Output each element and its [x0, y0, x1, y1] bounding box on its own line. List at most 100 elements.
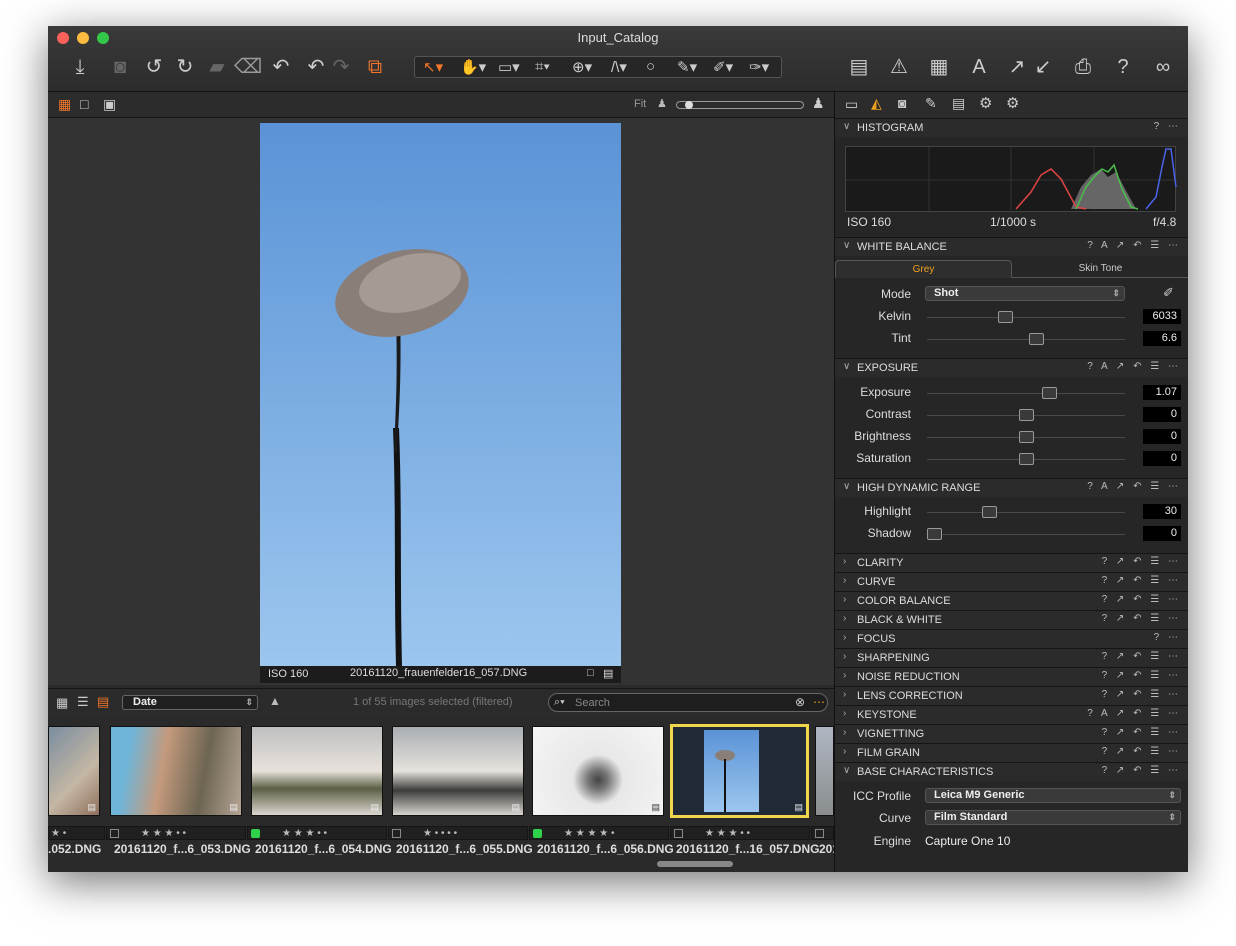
section-curve[interactable]: › CURVE ? ↗ ↶ ☰ ⋯	[835, 572, 1188, 591]
move-icon[interactable]: ▰	[204, 56, 230, 78]
rating[interactable]: ★ ★ ★ • •	[282, 828, 327, 839]
print-icon[interactable]: ⎙	[1070, 56, 1096, 78]
metadata-tab-icon[interactable]: ▤	[952, 95, 965, 112]
exposure-tab-icon[interactable]: ◭	[871, 95, 882, 112]
sort-direction-icon[interactable]: ▲	[269, 694, 281, 708]
contrast-slider-knob[interactable]	[1018, 409, 1034, 421]
exposure-slider-knob[interactable]	[1042, 387, 1058, 399]
section-controls-icon[interactable]: ? ↗ ↶ ☰ ⋯	[1102, 651, 1181, 662]
icc-profile-select[interactable]: Leica M9 Generic ⇕	[925, 788, 1181, 803]
select-checkbox[interactable]	[110, 829, 119, 838]
section-lens-correction[interactable]: › LENS CORRECTION ? ↗ ↶ ☰ ⋯	[835, 686, 1188, 705]
camera-icon[interactable]: ◙	[107, 56, 133, 78]
thumbnail-058[interactable]	[815, 726, 834, 816]
brightness-value[interactable]: 0	[1143, 429, 1181, 444]
curve-select[interactable]: Film Standard ⇕	[925, 810, 1181, 825]
section-exposure[interactable]: ∨ EXPOSURE ? A ↗ ↶ ☰ ⋯	[835, 358, 1188, 377]
brush-tool-icon[interactable]: ✎▾	[677, 58, 697, 76]
annotate-tool-icon[interactable]: ✑▾	[749, 58, 769, 76]
kelvin-slider-knob[interactable]	[998, 311, 1014, 323]
color-tag-green[interactable]	[533, 829, 542, 838]
kelvin-value[interactable]: 6033	[1143, 309, 1181, 324]
rotate-tool-icon[interactable]: ⊕▾	[572, 58, 592, 76]
contrast-value[interactable]: 0	[1143, 407, 1181, 422]
select-checkbox[interactable]	[815, 829, 824, 838]
highlight-slider-knob[interactable]	[981, 506, 997, 518]
pan-tool-icon[interactable]: ✋▾	[460, 58, 486, 76]
section-controls-icon[interactable]: ? A ↗ ↶ ☰ ⋯	[1087, 361, 1181, 372]
tab-grey[interactable]: Grey	[835, 260, 1012, 278]
contrast-slider[interactable]	[927, 409, 1125, 421]
rotate-right-icon[interactable]: ↻	[172, 56, 198, 78]
section-focus[interactable]: › FOCUS ? ⋯	[835, 629, 1188, 648]
thumbnail-055[interactable]: ▤	[392, 726, 524, 816]
brightness-slider[interactable]	[927, 431, 1125, 443]
section-vignetting[interactable]: › VIGNETTING ? ↗ ↶ ☰ ⋯	[835, 724, 1188, 743]
rotate-left-icon[interactable]: ↺	[141, 56, 167, 78]
section-controls-icon[interactable]: ? ↗ ↶ ☰ ⋯	[1102, 575, 1181, 586]
section-sharpening[interactable]: › SHARPENING ? ↗ ↶ ☰ ⋯	[835, 648, 1188, 667]
rating[interactable]: ★ • • • •	[423, 828, 457, 839]
batch-tab-icon[interactable]: ⚙	[1006, 94, 1019, 112]
primary-view-icon[interactable]: ▣	[103, 96, 116, 113]
library-tab-icon[interactable]: ▭	[845, 96, 858, 113]
adjustments-badge-icon[interactable]: ▤	[603, 667, 613, 680]
eyedropper-icon[interactable]: ✐	[1163, 285, 1174, 301]
trash-icon[interactable]: ⌫	[234, 56, 262, 78]
more-options-icon[interactable]: ⋯	[813, 695, 825, 709]
thumbnail-054[interactable]: ▤	[251, 726, 383, 816]
adjustments-tab-icon[interactable]: ✎	[925, 95, 937, 112]
section-black-white[interactable]: › BLACK & WHITE ? ↗ ↶ ☰ ⋯	[835, 610, 1188, 629]
section-white-balance[interactable]: ∨ WHITE BALANCE ? A ↗ ↶ ☰ ⋯	[835, 237, 1188, 256]
picker-tool-icon[interactable]: ✐▾	[713, 58, 733, 76]
spot-tool-icon[interactable]: ○	[646, 58, 655, 75]
import-icon[interactable]: ⤓	[67, 56, 93, 78]
collapse-icon[interactable]: ↙	[1030, 56, 1056, 78]
section-base-characteristics[interactable]: ∨ BASE CHARACTERISTICS ? ↗ ↶ ☰ ⋯	[835, 762, 1188, 781]
rating[interactable]: ★ ★ ★ ★ •	[564, 828, 614, 839]
saturation-slider-knob[interactable]	[1018, 453, 1034, 465]
keystone-tool-icon[interactable]: /\▾	[611, 58, 627, 76]
single-view-icon[interactable]: □	[80, 96, 88, 112]
reset-icon[interactable]: ↶	[268, 56, 294, 78]
select-box-icon[interactable]: □	[587, 667, 594, 679]
section-controls-icon[interactable]: ? A ↗ ↶ ☰ ⋯	[1087, 240, 1181, 251]
crop-tool-icon[interactable]: ⌗▾	[535, 58, 550, 75]
thumbnail-056[interactable]: ▤	[532, 726, 664, 816]
section-controls-icon[interactable]: ? ↗ ↶ ☰ ⋯	[1102, 670, 1181, 681]
shadow-slider-knob[interactable]	[927, 528, 942, 540]
section-controls-icon[interactable]: ? A ↗ ↶ ☰ ⋯	[1087, 708, 1181, 719]
section-controls-icon[interactable]: ? ↗ ↶ ☰ ⋯	[1102, 613, 1181, 624]
highlight-value[interactable]: 30	[1143, 504, 1181, 519]
section-controls-icon[interactable]: ? ↗ ↶ ☰ ⋯	[1102, 727, 1181, 738]
list-view-icon[interactable]: ☰	[77, 694, 89, 710]
rating[interactable]: ★ •	[51, 828, 66, 839]
filmstrip-view-icon[interactable]: ▤	[97, 694, 109, 710]
saturation-slider[interactable]	[927, 453, 1125, 465]
kelvin-slider[interactable]	[927, 311, 1125, 323]
multi-view-icon[interactable]: ▦	[58, 96, 71, 113]
saturation-value[interactable]: 0	[1143, 451, 1181, 466]
redo-icon[interactable]: ↷	[328, 56, 354, 78]
section-controls-icon[interactable]: ? ↗ ↶ ☰ ⋯	[1102, 556, 1181, 567]
exposure-slider[interactable]	[927, 387, 1125, 399]
select-tool-icon[interactable]: ↖▾	[423, 58, 443, 76]
clear-search-icon[interactable]: ⊗	[795, 695, 805, 709]
export-icon[interactable]: ↗	[1004, 56, 1030, 78]
filmstrip-scrollbar[interactable]	[657, 861, 733, 867]
section-controls-icon[interactable]: ? ↗ ↶ ☰ ⋯	[1102, 594, 1181, 605]
section-controls-icon[interactable]: ? A ↗ ↶ ☰ ⋯	[1087, 481, 1181, 492]
section-keystone[interactable]: › KEYSTONE ? A ↗ ↶ ☰ ⋯	[835, 705, 1188, 724]
sort-select[interactable]: Date ⇕	[122, 695, 258, 710]
section-controls-icon[interactable]: ? ↗ ↶ ☰ ⋯	[1102, 746, 1181, 757]
section-controls-icon[interactable]: ? ↗ ↶ ☰ ⋯	[1102, 689, 1181, 700]
main-photo[interactable]	[260, 123, 621, 666]
select-checkbox[interactable]	[674, 829, 683, 838]
section-color-balance[interactable]: › COLOR BALANCE ? ↗ ↶ ☰ ⋯	[835, 591, 1188, 610]
text-icon[interactable]: A	[966, 56, 992, 78]
section-controls-icon[interactable]: ? ↗ ↶ ☰ ⋯	[1102, 765, 1181, 776]
section-controls-icon[interactable]: ? ⋯	[1154, 632, 1181, 643]
section-controls-icon[interactable]: ? ⋯	[1154, 121, 1181, 132]
section-hdr[interactable]: ∨ HIGH DYNAMIC RANGE ? A ↗ ↶ ☰ ⋯	[835, 478, 1188, 497]
tint-slider[interactable]	[927, 333, 1125, 345]
